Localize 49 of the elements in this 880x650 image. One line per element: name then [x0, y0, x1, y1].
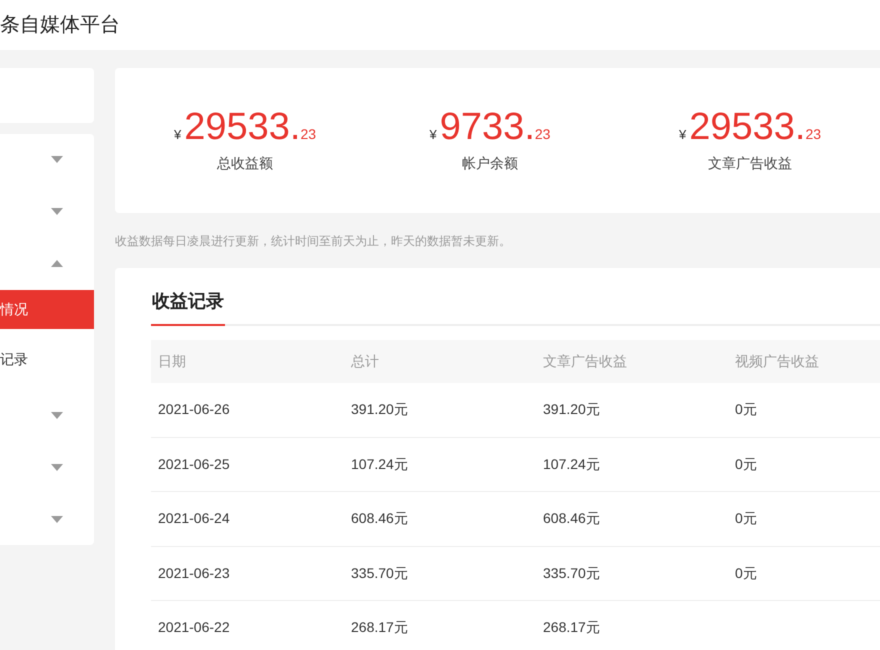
column-header: 总计	[350, 352, 380, 371]
amount-integer: 29533	[689, 107, 795, 147]
table-cell-text: 268.17元	[542, 618, 601, 638]
amount-fraction: 23	[534, 125, 550, 144]
records-tab[interactable]: 收益记录	[151, 288, 225, 326]
table-cell-text: 2021-06-24	[157, 509, 231, 528]
sidebar-subitem[interactable]: 情况	[0, 290, 94, 330]
caret-down-icon	[51, 412, 63, 419]
table-cell-text: 2021-06-25	[157, 454, 231, 474]
table-cell-text: 0元	[734, 509, 758, 528]
amount-decimal-point: .	[290, 107, 300, 147]
amount-integer: 29533	[184, 107, 290, 147]
table-cell-text: 391.20元	[350, 400, 409, 420]
column-header: 视频广告收益	[734, 352, 820, 371]
caret-down-icon	[51, 156, 63, 164]
table-cell-text: 2021-06-22	[157, 618, 231, 638]
amount-integer: 9733	[440, 107, 524, 147]
table-cell-text: 608.46元	[350, 509, 409, 528]
table-cell-text: 335.70元	[542, 564, 601, 583]
caret-up-icon	[51, 260, 63, 268]
table-cell-text: 0元	[734, 454, 758, 474]
currency-sign: ¥	[174, 126, 182, 144]
table-cell-text: 0元	[734, 400, 758, 420]
amount-fraction: 23	[300, 125, 316, 144]
table-cell-text: 335.70元	[350, 564, 409, 583]
caret-down-icon	[51, 516, 63, 522]
table-cell-text: 2021-06-23	[157, 564, 231, 583]
table-cell-text: 0元	[734, 564, 758, 583]
stat-label: 文章广告收益	[708, 154, 792, 173]
amount-decimal-point: .	[524, 107, 535, 147]
sidebar-subitem[interactable]: 记录	[0, 339, 94, 380]
caret-down-icon	[51, 208, 63, 216]
table-cell-text: 608.46元	[542, 509, 601, 528]
table-cell-text: 391.20元	[542, 400, 601, 420]
table-cell-text: 107.24元	[542, 454, 601, 474]
amount-fraction: 23	[805, 125, 822, 144]
caret-down-icon	[51, 464, 63, 471]
stat-label: 总收益额	[217, 154, 273, 173]
table-cell-text: 2021-06-26	[157, 400, 231, 420]
update-note: 收益数据每日凌晨进行更新，统计时间至前天为止，昨天的数据暂未更新。	[115, 232, 511, 250]
stat-label: 帐户余额	[462, 154, 518, 173]
column-header: 文章广告收益	[542, 352, 628, 371]
currency-sign: ¥	[430, 126, 437, 144]
currency-sign: ¥	[678, 126, 686, 144]
column-header: 日期	[157, 352, 187, 371]
amount-decimal-point: .	[794, 107, 806, 147]
platform-title: 条自媒体平台	[0, 13, 120, 38]
table-cell-text: 268.17元	[350, 618, 409, 638]
table-cell-text: 107.24元	[350, 454, 409, 474]
